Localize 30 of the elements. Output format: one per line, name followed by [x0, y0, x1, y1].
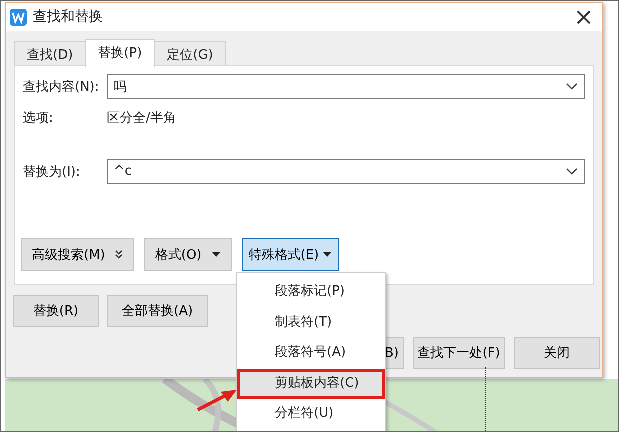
chevron-down-icon[interactable] [566, 168, 578, 176]
format-button[interactable]: 高级搜索(M) [21, 238, 134, 271]
options-value: 区分全/半角 [107, 110, 176, 127]
format-button[interactable]: 特殊格式(E) [242, 238, 340, 271]
annotation-arrow [195, 387, 239, 413]
replace-button[interactable]: 替换(R) [13, 295, 99, 327]
caret-icon [212, 252, 221, 257]
options-label: 选项: [23, 110, 54, 127]
tab[interactable]: 查找(D) [14, 41, 86, 66]
replace-field[interactable]: ^c [107, 159, 585, 184]
app-logo-icon [10, 8, 27, 26]
window-title: 查找和替换 [33, 8, 104, 26]
format-button[interactable]: 格式(O) [144, 238, 232, 271]
menu-item[interactable]: 分栏符(U) [237, 399, 385, 430]
tab[interactable]: 替换(P) [85, 39, 156, 67]
double-chevron-icon [115, 250, 124, 260]
replace-button[interactable]: 全部替换(A) [107, 295, 208, 327]
tab[interactable]: 定位(G) [154, 41, 226, 66]
chevron-down-icon[interactable] [566, 82, 578, 90]
find-field[interactable]: 吗 [107, 74, 585, 99]
caret-icon [323, 252, 332, 257]
menu-item[interactable]: 制表符(T) [237, 308, 385, 338]
menu-item[interactable]: 段落标记(P) [237, 277, 385, 307]
menu-item[interactable]: 段落符号(A) [237, 338, 385, 368]
field-label: 替换为(I): [23, 164, 82, 180]
field-label: 查找内容(N): [23, 78, 100, 96]
action-button[interactable]: 关闭 [514, 337, 600, 369]
close-button[interactable]: × [574, 5, 594, 29]
action-button[interactable]: 查找下一处(F) [413, 337, 505, 369]
menu-item[interactable]: 剪贴板内容(C) [237, 368, 385, 399]
